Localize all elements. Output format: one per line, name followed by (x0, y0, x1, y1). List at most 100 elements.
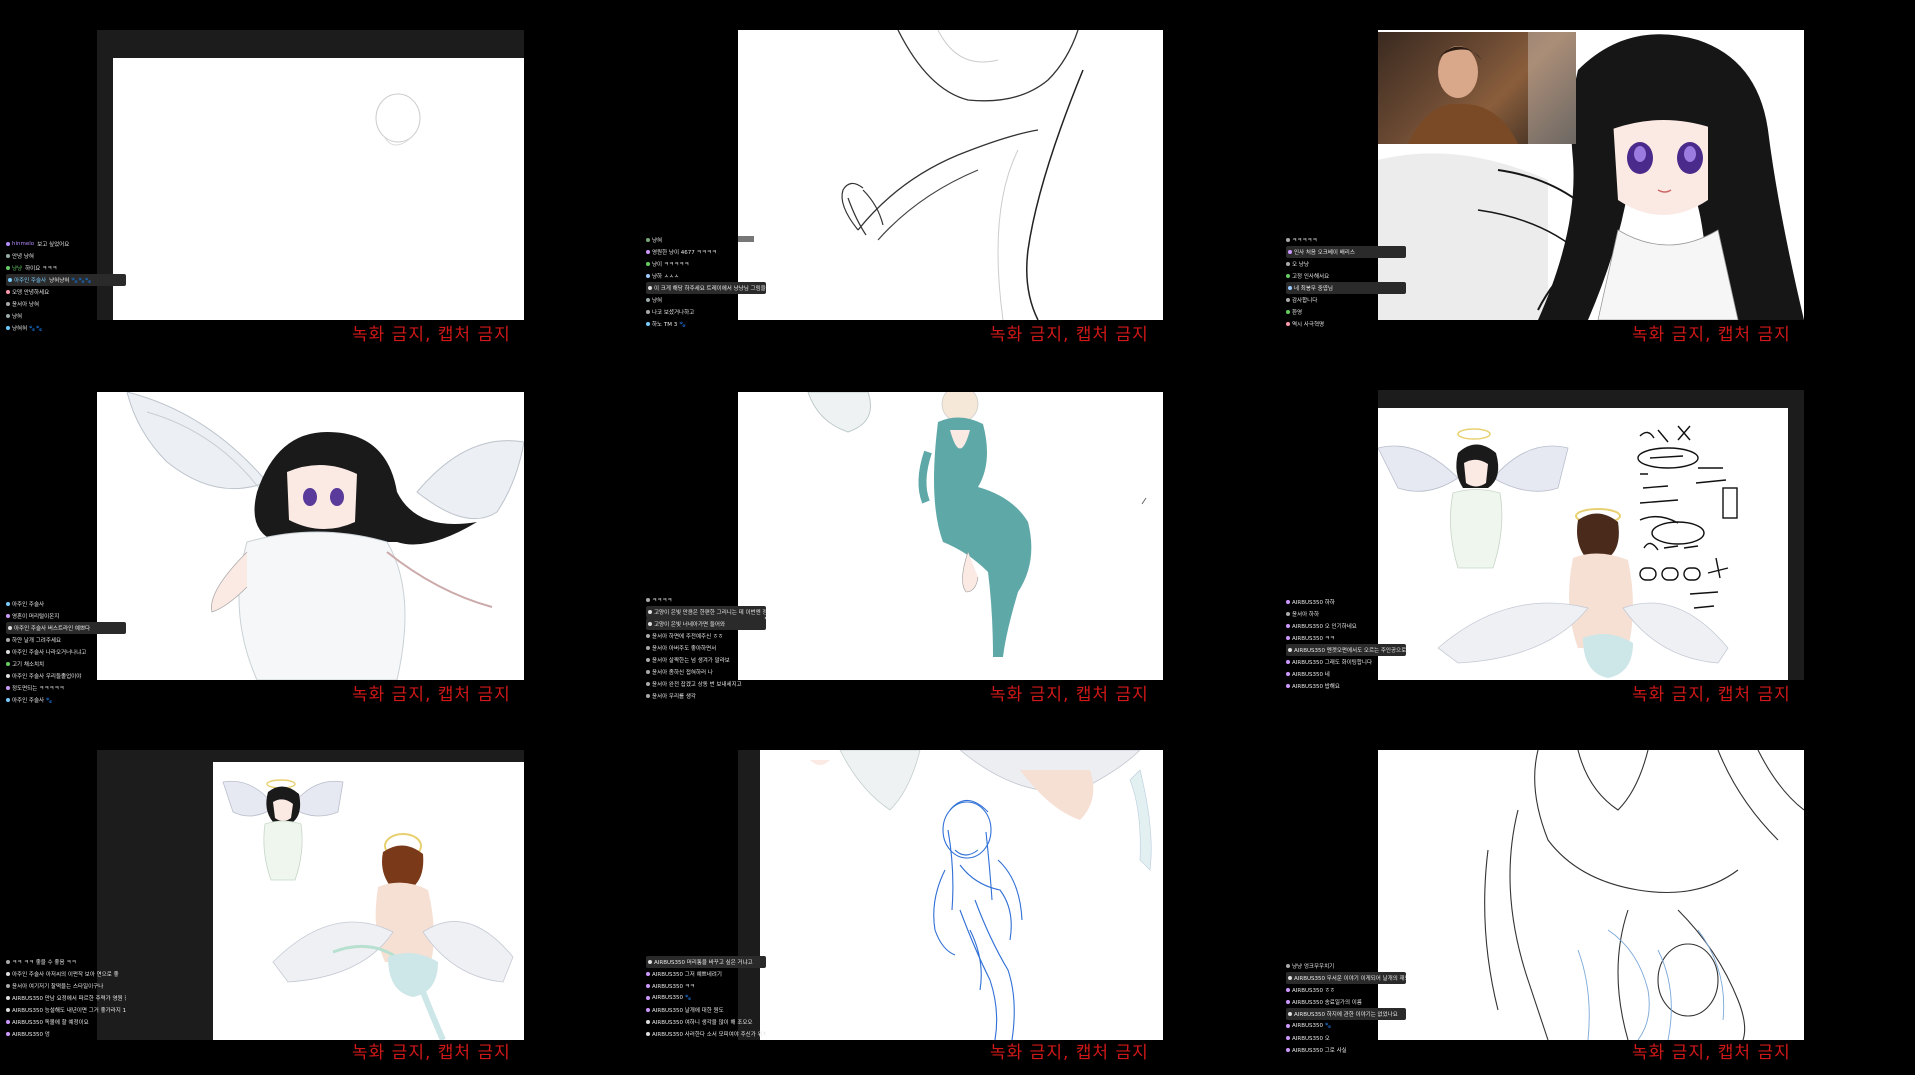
chat-message: 윤서아 하면에 주전예주신 ㅎㅎ (646, 630, 766, 642)
watermark-text: 녹화 금지, 캡처 금지 (352, 1043, 511, 1063)
chat-overlay: AIRBUS350 머리통을 바꾸고 싶은 거냐고 AIRBUS350 그저 예쁘… (646, 956, 766, 1040)
stream-panel-5[interactable]: ㅋㅋㅋㅋ 고양이 은빛 만큼은 한편한 그리니는 데 이번엔 정의 라그저 이네요… (638, 358, 1276, 716)
chat-text: 아주인 주술사 🐾 (12, 698, 53, 704)
chat-badge-icon (646, 670, 650, 674)
chat-badge-icon (648, 610, 652, 614)
chat-message: 아주인 주술사 (6, 598, 126, 610)
chat-badge-icon (6, 242, 10, 246)
angels-with-notes (1378, 425, 1738, 678)
chat-badge-icon (6, 266, 10, 270)
chat-badge-icon (1286, 684, 1290, 688)
chat-badge-icon (6, 662, 10, 666)
chat-badge-icon (1286, 988, 1290, 992)
chat-text: AIRBUS350 독몰에 할 예정이요 (12, 1020, 89, 1026)
chat-badge-icon (1286, 672, 1290, 676)
chat-badge-icon (1286, 1048, 1290, 1052)
chat-message: ㅋㅋㅋㅋ (646, 594, 766, 606)
chat-message: 정도면되는 ㅋㅋㅋㅋㅋ (6, 682, 126, 694)
stream-panel-6[interactable]: AIRBUS350 하하 윤서아 하하 AIRBUS350 오 인기하네요 AIRBU… (1276, 358, 1914, 716)
chat-badge-icon (1286, 1036, 1290, 1040)
chat-message: AIRBUS350 그저 예쁘네려기 (646, 968, 766, 980)
chat-badge-icon (6, 984, 10, 988)
chat-badge-icon (1286, 1000, 1290, 1004)
drawing-canvas[interactable] (1378, 750, 1804, 1040)
chat-message: 냥냥 하이요 ㅋㅋㅋ (6, 262, 126, 274)
drawing-canvas[interactable] (113, 58, 524, 320)
chat-text: 냥이 ㅋㅋㅋㅋㅋ (652, 262, 690, 268)
chat-text: 냥하 ㅅㅅㅅ (652, 274, 680, 280)
chat-message: AIRBUS350 네 (1286, 668, 1406, 680)
chat-text: AIRBUS350 그저 예쁘네려기 (652, 972, 722, 978)
chat-badge-icon (646, 238, 650, 242)
chat-message: 윤서아 여기저기 찰떡을는 스타일이구나 (6, 980, 126, 992)
chat-text: 오 냥냥 (1292, 262, 1309, 268)
chat-badge-icon (646, 262, 650, 266)
drawing-canvas[interactable] (1378, 30, 1804, 320)
handwritten-notes (1637, 425, 1738, 609)
chat-message: 고정 인사해서요 (1286, 270, 1406, 282)
chat-text: 하얀 날개 그려주세요 (12, 638, 62, 644)
chat-message: AIRBUS350 독몰에 할 예정이요 (6, 1016, 126, 1028)
watermark-text: 녹화 금지, 캡처 금지 (990, 1043, 1149, 1063)
chat-message: 아주인 주술사 나라오거너나냐고 (6, 646, 126, 658)
chat-message: 영원한 냥이 4677 ㅋㅋㅋㅋ (646, 246, 766, 258)
chat-badge-icon (8, 278, 12, 282)
stream-panel-3[interactable]: ㅋㅋㅋㅋㅋ 인사 처음 오크베이 배리스 오 냥냥 고정 인사해서요 네 최봉무 중엽님… (1276, 0, 1914, 358)
chat-badge-icon (6, 638, 10, 642)
chat-text: 영원한 냥이 4677 ㅋㅋㅋㅋ (652, 250, 717, 256)
chat-badge-icon (648, 286, 652, 290)
chat-badge-icon (1286, 1024, 1290, 1028)
stream-panel-4[interactable]: 아주인 주술사 영혼이 머리털이온지 아주인 주술사 버스트라인 예쁘다 하얀 날개 … (0, 358, 638, 716)
chat-badge-icon (6, 686, 10, 690)
chat-message: 나코 보셨거나하고 (646, 306, 766, 318)
chat-overlay: hinmelo 보고 싶었어요 안녕 냥혀 냥냥 하이요 ㅋㅋㅋ 아주인 주술사 냥혀냥혀 … (6, 238, 126, 334)
chat-text: AIRBUS350 네 (1292, 672, 1330, 678)
chat-text: AIRBUS350 사러한다 소서 모피여야 주신가 위치익 (652, 1032, 766, 1038)
chat-message: AIRBUS350 무서운 이야기 이게되어 날개의 재도는 이들하게 천상의 … (1286, 972, 1406, 984)
chat-text: 윤서아 여기저기 찰떡을는 스타일이구나 (12, 984, 104, 990)
chat-username[interactable]: hinmelo (12, 241, 34, 247)
chat-badge-icon (6, 1020, 10, 1024)
chat-message: AIRBUS350 오 인기하네요 (1286, 620, 1406, 632)
drawing-canvas[interactable] (760, 750, 1163, 1040)
chat-badge-icon (6, 614, 10, 618)
chat-message: 하노 TM 3 🐾 (646, 318, 766, 330)
chat-text: 고양이 은빛 너네아가면 들어와 (654, 622, 726, 628)
drawing-canvas[interactable] (738, 30, 1163, 320)
drawing-canvas[interactable] (1378, 408, 1788, 680)
drawing-canvas[interactable] (738, 392, 1163, 680)
chat-message: 윤서아 살짝한는 넘 생겨가 말라보 (646, 654, 766, 666)
chat-badge-icon (646, 694, 650, 698)
stream-panel-8[interactable]: AIRBUS350 머리통을 바꾸고 싶은 거냐고 AIRBUS350 그저 예쁘… (638, 716, 1276, 1074)
chat-message: 윤서아 완전 잡겠고 상동 번 보내세지고 (646, 678, 766, 690)
drawing-canvas[interactable] (213, 762, 524, 1040)
chat-message: AIRBUS350 하지에 관한 이야기는 없었나요 (1286, 1008, 1406, 1020)
stream-panel-7[interactable]: ㅋㅋ ㅋㅋ 좋을 수 좋음 ㅋㅋ 아주인 주술사 아저씨의 이펀작 보아 연으로 … (0, 716, 638, 1074)
chat-badge-icon (646, 658, 650, 662)
chat-badge-icon (646, 984, 650, 988)
teal-dress-figure (807, 392, 1147, 657)
chat-message: AIRBUS350 능설해도 내년이면 그거 좋가라지 10년 (6, 1004, 126, 1016)
chat-message: AIRBUS350 🐾 (1286, 1020, 1406, 1032)
chat-text: AIRBUS350 하하 (1292, 600, 1335, 606)
stream-panel-2[interactable]: 냥혀 영원한 냥이 4677 ㅋㅋㅋㅋ 냥이 ㅋㅋㅋㅋㅋ 냥하 ㅅㅅㅅ 이 크게 해당 … (638, 0, 1276, 358)
chat-text: AIRBUS350 그로 사실 (1292, 1048, 1347, 1054)
chat-message: hinmelo 보고 싶었어요 (6, 238, 126, 250)
chat-badge-icon (1286, 600, 1290, 604)
stream-panel-9[interactable]: 냥냥 엉크무우치기 AIRBUS350 무서운 이야기 이게되어 날개의 재도는 … (1276, 716, 1914, 1074)
drawing-canvas[interactable] (97, 392, 524, 680)
chat-message: 아주인 주술사 🐾 (6, 694, 126, 706)
chat-username[interactable]: 냥냥 (12, 264, 22, 272)
chat-message: AIRBUS350 엉 (6, 1028, 126, 1040)
chat-badge-icon (1286, 310, 1290, 314)
chat-username[interactable]: 아주인 주술사 (14, 276, 46, 284)
chat-text: 안녕 냥혀 (12, 254, 34, 260)
watermark-text: 녹화 금지, 캡처 금지 (1632, 1043, 1791, 1063)
chat-text: 하노 TM 3 🐾 (652, 322, 686, 328)
chat-message: 아주인 주술사 아저씨의 이펀작 보아 연으로 좋 (6, 968, 126, 980)
chat-message: 냥혀 (6, 310, 126, 322)
chat-badge-icon (1286, 660, 1290, 664)
stream-panel-1[interactable]: hinmelo 보고 싶었어요 안녕 냥혀 냥냥 하이요 ㅋㅋㅋ 아주인 주술사 냥혀냥혀 … (0, 0, 638, 358)
chat-badge-icon (1288, 648, 1292, 652)
chat-text: AIRBUS350 ㅋㅋ (652, 984, 695, 990)
